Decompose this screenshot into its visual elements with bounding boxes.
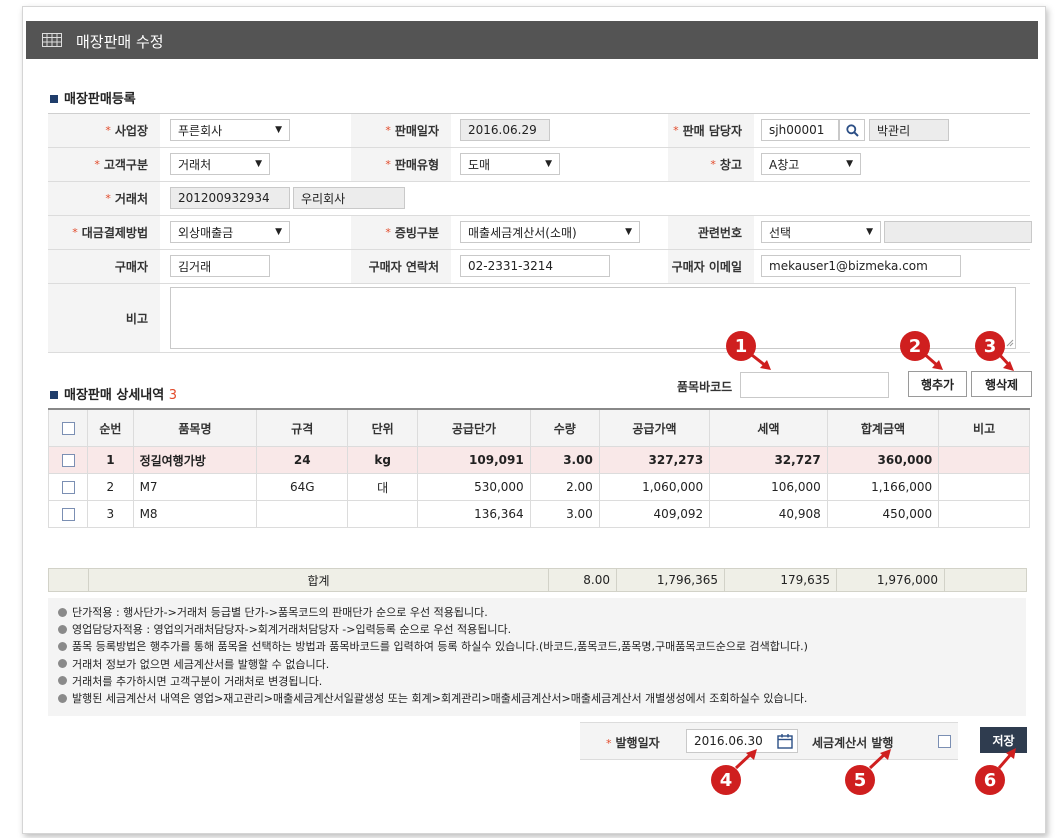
callout-badge-1: 1: [726, 331, 756, 361]
callout-badge-3: 3: [975, 331, 1005, 361]
callout-arrowhead-3: [1003, 361, 1014, 371]
callout-badge-5: 5: [845, 765, 875, 795]
callout-badge-2: 2: [900, 331, 930, 361]
callout-badge-6: 6: [975, 765, 1005, 795]
callout-badge-4: 4: [711, 765, 741, 795]
callout-arrows: [734, 350, 1016, 770]
